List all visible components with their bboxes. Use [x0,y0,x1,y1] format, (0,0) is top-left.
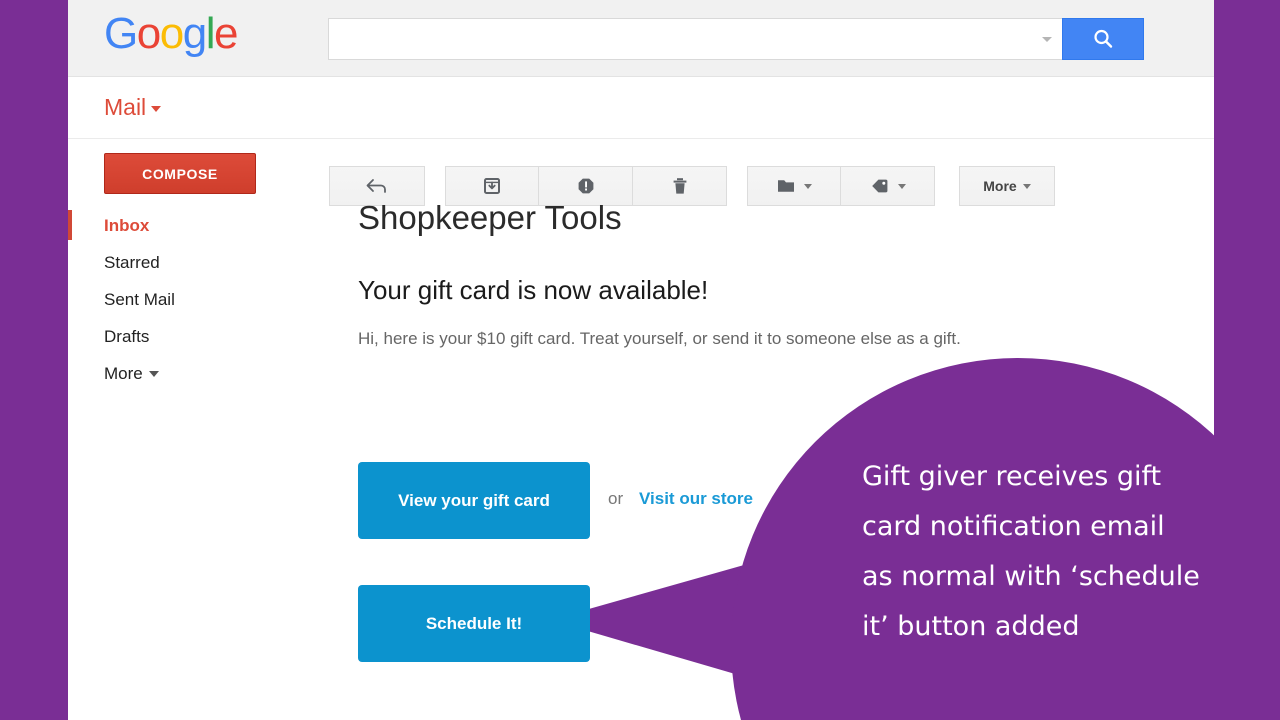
sidebar-item-inbox[interactable]: Inbox [68,207,358,244]
email-sender-title: Shopkeeper Tools [358,199,622,236]
email-body-text: Hi, here is your $10 gift card. Treat yo… [358,329,961,348]
google-logo-letter: g [182,9,207,58]
chevron-down-icon [148,370,159,377]
schedule-it-button[interactable]: Schedule It! [358,585,590,662]
google-logo-letter: G [104,9,138,58]
sidebar-item-sent-mail[interactable]: Sent Mail [68,281,358,318]
sidebar-nav-list: Inbox Starred Sent Mail Drafts More [68,207,358,392]
screenshot-root: Google Mail More COMPOSE Inbox Starred S… [0,0,1280,720]
sidebar-item-label: More [104,363,143,383]
google-logo-letter: o [136,9,161,58]
compose-label: COMPOSE [142,165,218,182]
google-logo-letter: l [205,9,216,58]
gmail-app-panel: Google Mail More COMPOSE Inbox Starred S… [68,0,1214,720]
sidebar: COMPOSE Inbox Starred Sent Mail Drafts M… [68,139,358,720]
visit-store-link[interactable]: Visit our store [639,489,753,509]
search-box [328,18,1062,60]
mail-brand-label: Mail [104,94,147,120]
chevron-down-icon[interactable] [1042,37,1052,42]
google-logo-letter: o [159,9,184,58]
left-purple-band [0,0,68,720]
google-header-bar: Google [68,0,1214,77]
compose-button[interactable]: COMPOSE [104,153,256,194]
sidebar-item-label: Starred [104,252,160,272]
search-bar [328,18,1144,60]
sidebar-item-drafts[interactable]: Drafts [68,318,358,355]
right-purple-band [1214,0,1280,720]
sidebar-item-label: Sent Mail [104,289,175,309]
sidebar-item-label: Drafts [104,326,150,346]
search-icon [1094,29,1113,48]
search-input[interactable] [329,19,1062,59]
sidebar-item-starred[interactable]: Starred [68,244,358,281]
sidebar-item-label: Inbox [104,215,150,235]
view-gift-card-button[interactable]: View your gift card [358,462,590,539]
schedule-it-label: Schedule It! [425,613,523,633]
sidebar-item-more[interactable]: More [68,355,358,392]
view-gift-card-label: View your gift card [398,490,550,510]
google-logo[interactable]: Google [104,9,238,58]
google-logo-letter: e [213,9,238,58]
search-button[interactable] [1062,18,1144,60]
email-subject: Your gift card is now available! [358,275,709,305]
mail-toolbar-row: Mail More [68,78,1214,206]
chevron-down-icon [151,105,162,112]
mail-brand-dropdown[interactable]: Mail [104,94,162,121]
or-separator: or [608,489,624,508]
email-content: Shopkeeper Tools Your gift card is now a… [358,139,1214,720]
